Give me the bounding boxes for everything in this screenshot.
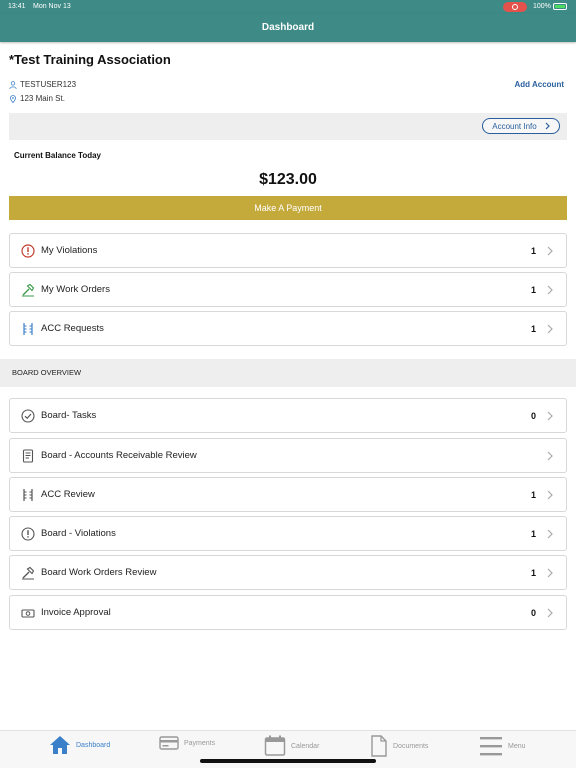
chevron-right-icon [545,246,555,256]
alert-circle-icon [21,243,35,258]
hammer-icon [21,566,35,580]
chevron-right-icon [545,324,555,334]
tab-payments[interactable]: Payments [159,735,215,751]
tab-menu-label: Menu [508,742,526,750]
my-violations-label: My Violations [41,245,98,256]
acc-requests-row[interactable]: ACC Requests 1 [9,311,567,346]
hammer-icon [21,283,35,297]
board-violations-count: 1 [530,528,536,539]
tab-documents[interactable]: Documents [370,735,428,757]
association-name: *Test Training Association [9,52,171,67]
balance-amount: $123.00 [259,171,317,188]
chevron-right-icon [545,529,555,539]
board-work-orders-label: Board Work Orders Review [41,567,157,578]
chevron-right-icon [545,411,555,421]
board-work-orders-count: 1 [530,567,536,578]
board-overview-heading: BOARD OVERVIEW [0,359,576,387]
chevron-right-icon [545,568,555,578]
document-icon [371,735,387,757]
address-row: 123 Main St. [9,94,65,103]
account-info-band: Account Info [9,113,567,140]
balance-label: Current Balance Today [14,151,101,160]
acc-review-label: ACC Review [41,489,95,500]
board-ar-review-label: Board - Accounts Receivable Review [41,450,197,461]
board-work-orders-row[interactable]: Board Work Orders Review 1 [9,555,567,590]
ledger-icon [21,448,35,463]
status-time: 13:41 [8,3,26,10]
tab-payments-label: Payments [184,739,216,747]
board-ar-review-row[interactable]: Board - Accounts Receivable Review [9,438,567,473]
acc-review-row[interactable]: ACC Review 1 [9,477,567,512]
chevron-right-icon [545,451,555,461]
status-date: Mon Nov 13 [33,3,71,10]
my-violations-count: 1 [530,245,536,256]
invoice-approval-count: 0 [530,607,536,618]
architecture-icon [21,488,35,502]
invoice-approval-row[interactable]: Invoice Approval 0 [9,595,567,630]
home-icon [50,736,70,754]
location-pin-icon [10,94,16,103]
board-tasks-label: Board- Tasks [41,410,97,421]
chevron-right-icon [545,285,555,295]
alert-circle-icon [21,526,35,541]
user-row: TESTUSER123 [9,80,76,89]
board-tasks-count: 0 [530,410,536,421]
battery-icon [553,3,567,10]
acc-requests-count: 1 [530,323,536,334]
address: 123 Main St. [20,94,65,103]
check-circle-icon [21,408,35,423]
chevron-right-icon [545,608,555,618]
chevron-right-icon [545,490,555,500]
tab-dashboard-label: Dashboard [76,741,111,749]
acc-requests-label: ACC Requests [41,323,104,334]
person-icon [9,80,17,89]
invoice-approval-label: Invoice Approval [41,607,111,618]
status-bar: 13:41 Mon Nov 13 100% [0,0,576,14]
my-work-orders-count: 1 [530,284,536,295]
my-work-orders-row[interactable]: My Work Orders 1 [9,272,567,307]
account-info-label: Account Info [492,121,537,131]
board-tasks-row[interactable]: Board- Tasks 0 [9,398,567,433]
username: TESTUSER123 [20,80,77,89]
nav-bar: Dashboard [0,14,576,42]
my-work-orders-label: My Work Orders [41,284,110,295]
board-violations-row[interactable]: Board - Violations 1 [9,516,567,551]
my-violations-row[interactable]: My Violations 1 [9,233,567,268]
chevron-right-icon [545,122,550,130]
tab-menu[interactable]: Menu [479,735,526,757]
screen-recording-icon [503,2,527,12]
money-icon [21,606,35,620]
page-title: Dashboard [261,22,315,33]
board-violations-label: Board - Violations [41,528,116,539]
credit-card-icon [159,736,179,750]
tab-calendar[interactable]: Calendar [264,735,319,757]
calendar-icon [264,735,286,756]
architecture-icon [21,322,35,336]
menu-icon [480,737,502,756]
tab-documents-label: Documents [393,742,429,750]
add-account-link[interactable]: Add Account [515,80,564,89]
tab-dashboard[interactable]: Dashboard [49,735,110,755]
make-payment-button[interactable]: Make A Payment [9,196,567,220]
home-indicator[interactable] [200,759,376,763]
account-info-button[interactable]: Account Info [482,118,560,134]
battery-percent: 100% [533,3,551,10]
tab-calendar-label: Calendar [291,742,320,750]
acc-review-count: 1 [530,489,536,500]
